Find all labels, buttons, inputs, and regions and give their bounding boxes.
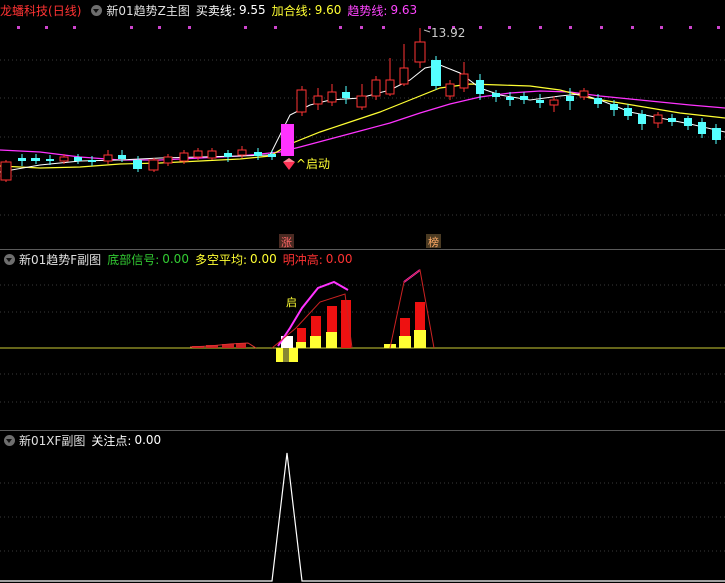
bottom-signal-value: 0.00: [162, 252, 189, 266]
xf-indicator-name[interactable]: 新01XF副图: [19, 432, 85, 449]
xf-menu-icon[interactable]: [4, 434, 15, 446]
focus-label: 关注点:: [91, 433, 132, 448]
bottom-signal-label: 底部信号:: [107, 252, 160, 267]
start-signal-icon: [283, 158, 295, 170]
trend-f-indicator-name[interactable]: 新01趋势F副图: [19, 251, 101, 268]
trend-f-header: 新01趋势F副图 底部信号: 0.00 多空平均: 0.00 明冲高: 0.00: [0, 249, 725, 269]
high-price-pointer: [423, 29, 431, 33]
xf-pane[interactable]: 新01XF副图 关注点: 0.00: [0, 431, 725, 583]
start-signal-label: ^启动: [296, 157, 330, 171]
high-price-label: 13.92: [431, 26, 465, 40]
long-short-value: 0.00: [250, 252, 277, 266]
bang-marker: 榜: [428, 235, 439, 249]
trend-f-pane[interactable]: 启 新01趋势F副图 底部信号: 0.00 多空平均: 0.00 明冲高: 0.…: [0, 250, 725, 430]
bright-high-label: 明冲高:: [282, 252, 323, 267]
candles: [0, 28, 721, 182]
burst-2: [384, 302, 426, 348]
xf-header: 新01XF副图 关注点: 0.00: [0, 430, 725, 450]
focus-value: 0.00: [134, 433, 162, 447]
candlestick-chart[interactable]: 13.92 ^启动 涨 榜: [0, 0, 725, 249]
bright-high-value: 0.00: [325, 252, 353, 266]
trend-f-menu-icon[interactable]: [4, 253, 15, 265]
zhang-marker: 涨: [281, 236, 292, 249]
signal-dot-row: [17, 26, 720, 29]
main-chart-pane[interactable]: 龙蟠科技 (日线) 新01趋势Z主图 买卖线: 9.55 加合线: 9.60 趋…: [0, 0, 725, 249]
start-label: 启: [286, 296, 297, 309]
limit-up-candle: [281, 124, 294, 156]
xf-chart: [0, 452, 725, 582]
long-short-label: 多空平均:: [194, 252, 247, 267]
trend-f-chart: 启: [0, 269, 725, 403]
